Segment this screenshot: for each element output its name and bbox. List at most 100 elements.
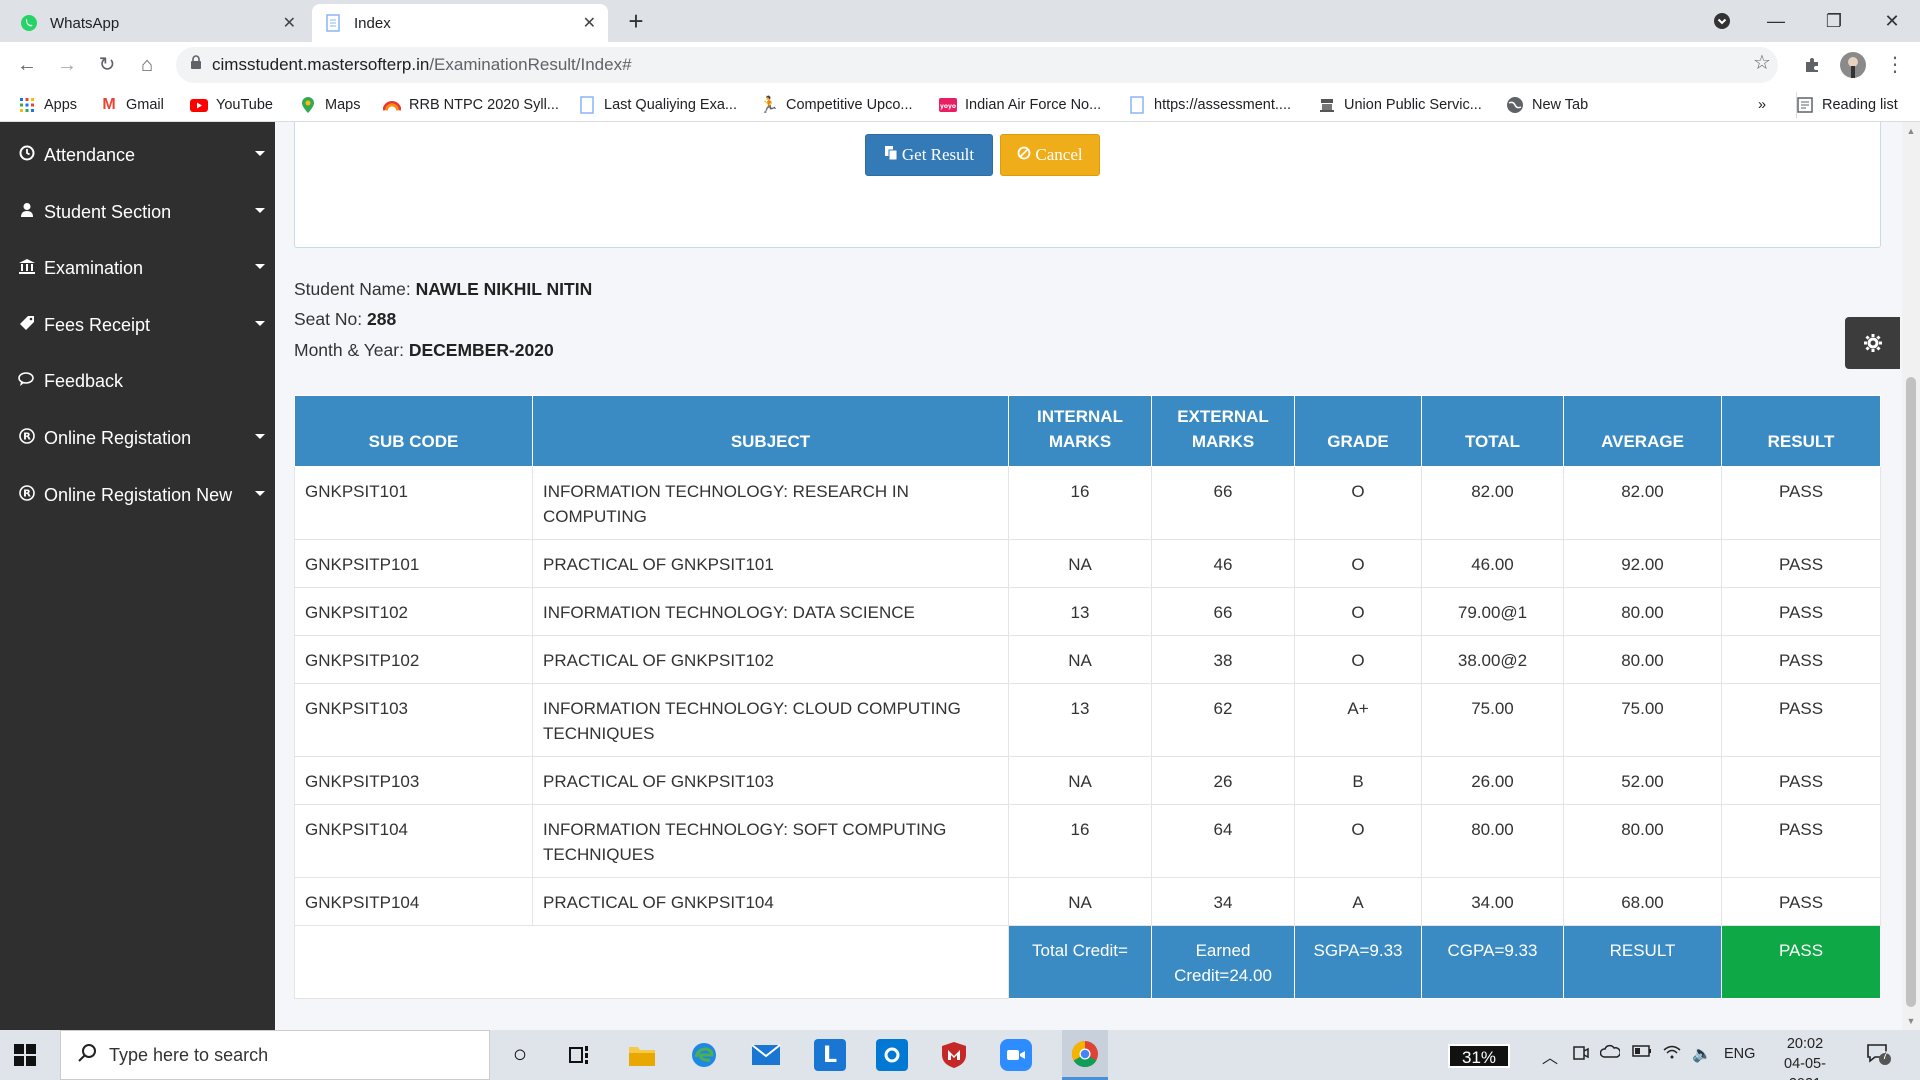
cortana-circle-icon[interactable]: ○	[504, 1039, 536, 1071]
get-result-label: Get Result	[901, 145, 975, 164]
tab-search-icon[interactable]	[1702, 6, 1742, 36]
extensions-puzzle-icon[interactable]	[1797, 50, 1827, 80]
bookmark-apps[interactable]: Apps	[18, 94, 77, 116]
edge-icon[interactable]	[688, 1039, 720, 1071]
chrome-icon[interactable]	[1062, 1030, 1108, 1080]
svg-text:yoyo: yoyo	[940, 103, 956, 110]
bookmark-maps[interactable]: Maps	[299, 94, 360, 116]
caret-down-icon	[255, 208, 265, 213]
clock-icon	[18, 145, 36, 166]
page-scrollbar[interactable]: ▲ ▼	[1902, 122, 1920, 1030]
wifi-icon[interactable]	[1662, 1044, 1682, 1065]
onedrive-cloud-icon[interactable]	[1599, 1044, 1621, 1063]
bookmark-youtube[interactable]: YouTube	[190, 94, 273, 116]
cell-sub-code: GNKPSIT101	[294, 466, 533, 540]
reading-list-button[interactable]: Reading list	[1796, 94, 1898, 116]
bookmark-label: Maps	[325, 97, 361, 113]
address-bar[interactable]: cimsstudent.mastersofterp.in/Examination…	[176, 47, 1778, 83]
get-result-button[interactable]: Get Result	[865, 134, 993, 176]
sidebar-item-label: Fees Receipt	[44, 314, 151, 335]
kebab-menu-icon[interactable]: ⋮	[1880, 50, 1910, 80]
zoom-icon[interactable]	[1000, 1039, 1032, 1071]
back-arrow-icon[interactable]: ←	[12, 50, 42, 80]
emblem-icon	[1318, 96, 1336, 114]
column-header-subject: SUBJECT	[532, 395, 1009, 467]
column-header-sub-code: SUB CODE	[294, 395, 533, 467]
sidebar-item-attendance[interactable]: Attendance	[0, 127, 275, 183]
bookmark-label: YouTube	[216, 97, 273, 113]
cell-average: 80.00	[1563, 804, 1722, 878]
cell-total: 80.00	[1421, 804, 1564, 878]
caret-down-icon	[255, 321, 265, 326]
scrollbar-thumb[interactable]	[1906, 377, 1916, 1007]
sidebar-item-examination[interactable]: Examination	[0, 240, 275, 296]
bookmark-label: Competitive Upco...	[786, 97, 913, 113]
sidebar-item-online-registation-new[interactable]: R Online Registation New	[0, 467, 275, 523]
bookmark-rrb[interactable]: RRB NTPC 2020 Syll...	[383, 94, 559, 116]
cell-subject: INFORMATION TECHNOLOGY: CLOUD COMPUTING …	[532, 683, 1009, 757]
browser-tab-strip: WhatsApp ✕ Index ✕ + — ❐ ✕	[0, 0, 1920, 42]
cell-external: 26	[1151, 756, 1295, 805]
notifications-button[interactable]: 7	[1866, 1042, 1892, 1071]
cell-grade: B	[1294, 756, 1422, 805]
bookmark-air-force[interactable]: yoyo Indian Air Force No...	[939, 94, 1101, 116]
file-explorer-icon[interactable]	[626, 1039, 658, 1071]
table-row: GNKPSIT102 INFORMATION TECHNOLOGY: DATA …	[294, 587, 1881, 636]
bookmarks-overflow[interactable]: »	[1758, 94, 1766, 116]
sidebar-item-label: Online Registation	[44, 427, 192, 448]
sidebar-item-label: Feedback	[44, 370, 124, 391]
bookmark-last-qualifying[interactable]: Last Qualiying Exa...	[578, 94, 737, 116]
table-row: GNKPSITP101 PRACTICAL OF GNKPSIT101 NA 4…	[294, 539, 1881, 588]
clock[interactable]: 20:02 04-05-2021	[1770, 1034, 1840, 1080]
sidebar-item-fees-receipt[interactable]: Fees Receipt	[0, 297, 275, 353]
reload-icon[interactable]: ↻	[92, 50, 122, 80]
windows-start-icon[interactable]	[12, 1042, 38, 1068]
tab-index[interactable]: Index ✕	[312, 4, 608, 42]
bookmark-new-tab[interactable]: New Tab	[1506, 94, 1588, 116]
task-view-icon[interactable]	[564, 1039, 596, 1071]
battery-indicator[interactable]: 31%	[1448, 1044, 1510, 1068]
scroll-down-icon[interactable]: ▼	[1906, 1016, 1916, 1026]
mcafee-icon[interactable]	[938, 1039, 970, 1071]
settings-gear-button[interactable]	[1845, 317, 1900, 369]
sidebar-item-online-registation[interactable]: R Online Registation	[0, 410, 275, 466]
language-indicator[interactable]: ENG	[1724, 1046, 1755, 1062]
scroll-up-icon[interactable]: ▲	[1906, 126, 1916, 136]
column-header-total: TOTAL	[1421, 395, 1564, 467]
minimize-icon[interactable]: —	[1756, 6, 1796, 36]
home-icon[interactable]: ⌂	[132, 50, 162, 80]
sidebar-item-feedback[interactable]: Feedback	[0, 353, 275, 409]
notification-count: 7	[1881, 1050, 1889, 1062]
restore-icon[interactable]: ❐	[1814, 6, 1854, 36]
forward-arrow-icon[interactable]: →	[52, 50, 82, 80]
bookmark-star-icon[interactable]: ☆	[1747, 48, 1777, 78]
comments-icon	[18, 371, 36, 392]
store-app-icon[interactable]	[876, 1039, 908, 1071]
taskbar-search-box[interactable]: Type here to search	[60, 1030, 490, 1080]
volume-icon[interactable]: 🔈	[1692, 1044, 1712, 1064]
bookmark-gmail[interactable]: M Gmail	[100, 94, 164, 116]
sidebar-item-student-section[interactable]: Student Section	[0, 184, 275, 240]
seat-no: 288	[366, 309, 397, 329]
cancel-button[interactable]: Cancel	[1000, 134, 1100, 176]
avatar[interactable]	[1838, 50, 1868, 80]
bookmark-assessment[interactable]: https://assessment....	[1128, 94, 1291, 116]
close-icon[interactable]: ✕	[583, 13, 596, 33]
close-icon[interactable]: ✕	[283, 13, 296, 33]
mail-icon[interactable]	[750, 1039, 782, 1071]
bookmark-competitive[interactable]: 🏃 Competitive Upco...	[759, 94, 913, 116]
cell-internal: NA	[1008, 539, 1152, 588]
l-app-icon[interactable]: L	[814, 1039, 846, 1071]
cell-subject: PRACTICAL OF GNKPSIT103	[532, 756, 1009, 805]
header-line: EXTERNAL	[1177, 407, 1269, 426]
bookmark-upsc[interactable]: Union Public Servic...	[1318, 94, 1482, 116]
meet-now-icon[interactable]	[1572, 1044, 1590, 1067]
new-tab-button[interactable]: +	[622, 8, 650, 36]
tab-whatsapp[interactable]: WhatsApp ✕	[8, 4, 308, 42]
battery-icon[interactable]	[1632, 1044, 1652, 1062]
page-icon	[324, 14, 342, 32]
cell-external: 62	[1151, 683, 1295, 757]
cell-sub-code: GNKPSITP103	[294, 756, 533, 805]
window-close-icon[interactable]: ✕	[1872, 6, 1912, 36]
chevron-up-icon[interactable]: ︿	[1542, 1044, 1558, 1068]
